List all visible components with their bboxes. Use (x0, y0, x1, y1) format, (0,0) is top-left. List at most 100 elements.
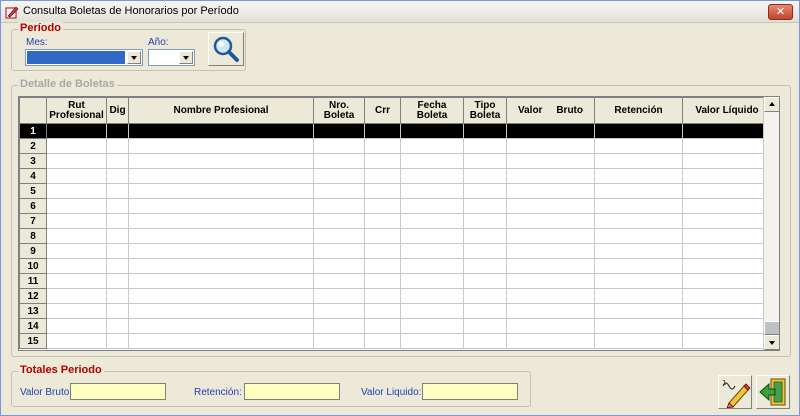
row-number[interactable]: 5 (19, 183, 47, 199)
scroll-up-icon[interactable] (764, 97, 779, 112)
table-cell[interactable] (594, 153, 683, 169)
row-number[interactable]: 11 (19, 273, 47, 289)
table-cell[interactable] (46, 288, 107, 304)
valor-bruto-field[interactable] (70, 383, 166, 400)
column-header-nro-boleta[interactable]: Nro. Boleta (313, 97, 365, 124)
table-cell[interactable] (594, 243, 683, 259)
table-cell[interactable] (46, 213, 107, 229)
table-row[interactable]: 14 (19, 318, 772, 334)
table-cell[interactable] (506, 153, 595, 169)
table-cell[interactable] (400, 153, 464, 169)
table-cell[interactable] (506, 138, 595, 154)
chevron-down-icon[interactable] (179, 51, 193, 64)
table-row[interactable]: 11 (19, 273, 772, 289)
row-number[interactable]: 15 (19, 333, 47, 349)
table-cell[interactable] (506, 303, 595, 319)
table-cell[interactable] (313, 303, 365, 319)
table-row[interactable]: 10 (19, 258, 772, 274)
table-cell[interactable] (682, 288, 772, 304)
table-cell[interactable] (594, 213, 683, 229)
table-cell[interactable] (463, 183, 507, 199)
column-header-valor-bruto[interactable]: Valor Bruto (506, 97, 595, 124)
vertical-scrollbar[interactable] (763, 97, 779, 350)
table-cell[interactable] (106, 228, 129, 244)
table-cell[interactable] (364, 258, 401, 274)
table-cell[interactable] (106, 138, 129, 154)
table-cell[interactable] (364, 168, 401, 184)
table-cell[interactable] (400, 243, 464, 259)
column-header-crr[interactable]: Crr (364, 97, 401, 124)
table-cell[interactable] (594, 318, 683, 334)
table-cell[interactable] (128, 138, 314, 154)
table-cell[interactable] (682, 213, 772, 229)
table-cell[interactable] (46, 168, 107, 184)
table-cell[interactable] (594, 123, 683, 139)
table-cell[interactable] (400, 273, 464, 289)
table-cell[interactable] (463, 123, 507, 139)
table-cell[interactable] (106, 258, 129, 274)
table-cell[interactable] (506, 198, 595, 214)
table-cell[interactable] (682, 303, 772, 319)
table-cell[interactable] (46, 333, 107, 349)
table-cell[interactable] (364, 213, 401, 229)
table-cell[interactable] (128, 273, 314, 289)
table-cell[interactable] (128, 123, 314, 139)
column-header-tipo[interactable]: Tipo Boleta (463, 97, 507, 124)
row-number[interactable]: 1 (19, 123, 47, 139)
table-cell[interactable] (46, 318, 107, 334)
anio-select[interactable] (148, 49, 195, 66)
table-cell[interactable] (106, 243, 129, 259)
table-cell[interactable] (128, 228, 314, 244)
table-cell[interactable] (313, 183, 365, 199)
table-cell[interactable] (400, 258, 464, 274)
table-cell[interactable] (364, 303, 401, 319)
table-cell[interactable] (46, 258, 107, 274)
table-cell[interactable] (313, 333, 365, 349)
table-cell[interactable] (313, 198, 365, 214)
table-cell[interactable] (106, 213, 129, 229)
table-cell[interactable] (400, 168, 464, 184)
table-cell[interactable] (682, 138, 772, 154)
row-number[interactable]: 3 (19, 153, 47, 169)
table-cell[interactable] (46, 138, 107, 154)
table-cell[interactable] (463, 138, 507, 154)
table-cell[interactable] (506, 318, 595, 334)
table-cell[interactable] (400, 213, 464, 229)
mes-select[interactable] (25, 49, 143, 66)
row-number[interactable]: 2 (19, 138, 47, 154)
table-cell[interactable] (506, 168, 595, 184)
table-cell[interactable] (106, 303, 129, 319)
table-cell[interactable] (682, 123, 772, 139)
table-cell[interactable] (682, 228, 772, 244)
table-cell[interactable] (313, 243, 365, 259)
table-cell[interactable] (46, 273, 107, 289)
table-cell[interactable] (313, 138, 365, 154)
table-cell[interactable] (128, 303, 314, 319)
column-header-nombre[interactable]: Nombre Profesional (128, 97, 314, 124)
row-number[interactable]: 10 (19, 258, 47, 274)
table-cell[interactable] (506, 213, 595, 229)
table-cell[interactable] (128, 318, 314, 334)
table-cell[interactable] (400, 183, 464, 199)
table-row[interactable]: 2 (19, 138, 772, 154)
table-cell[interactable] (46, 228, 107, 244)
table-cell[interactable] (46, 153, 107, 169)
table-cell[interactable] (594, 273, 683, 289)
table-cell[interactable] (400, 318, 464, 334)
row-number[interactable]: 9 (19, 243, 47, 259)
table-cell[interactable] (106, 288, 129, 304)
table-cell[interactable] (313, 273, 365, 289)
table-cell[interactable] (364, 318, 401, 334)
table-cell[interactable] (463, 273, 507, 289)
table-cell[interactable] (106, 123, 129, 139)
table-cell[interactable] (506, 183, 595, 199)
table-cell[interactable] (506, 243, 595, 259)
table-cell[interactable] (46, 303, 107, 319)
table-cell[interactable] (46, 243, 107, 259)
table-cell[interactable] (128, 333, 314, 349)
row-number[interactable]: 12 (19, 288, 47, 304)
table-cell[interactable] (106, 318, 129, 334)
table-cell[interactable] (400, 228, 464, 244)
table-row[interactable]: 15 (19, 333, 772, 349)
table-cell[interactable] (463, 168, 507, 184)
